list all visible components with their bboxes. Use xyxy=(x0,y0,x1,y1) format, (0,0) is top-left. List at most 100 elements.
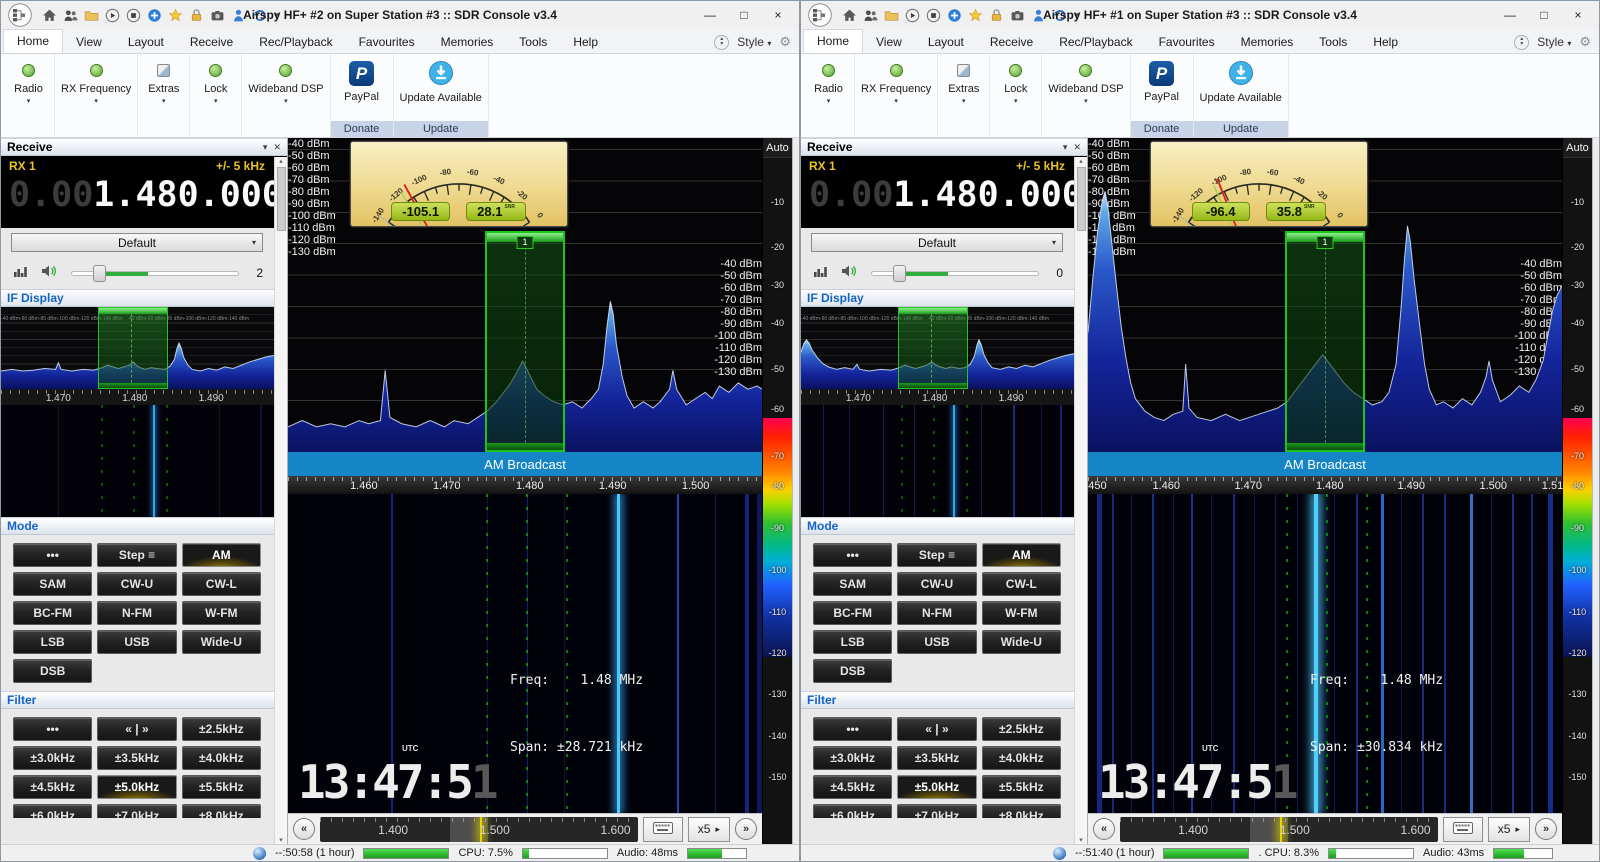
equalizer-icon[interactable] xyxy=(13,264,29,281)
filter-button[interactable]: ±4.0kHz xyxy=(181,746,261,770)
mode-button[interactable]: W-FM xyxy=(181,601,261,625)
ribbon-tab[interactable]: View xyxy=(863,31,915,53)
titlebar[interactable]: ▾ Airspy HF+ #1 on Super Station #3 :: S… xyxy=(801,1,1599,29)
passband-region[interactable]: 1 xyxy=(1284,231,1366,452)
scroll-down-icon[interactable]: ▾ xyxy=(1079,836,1083,844)
filter-button[interactable]: ±4.5kHz xyxy=(813,775,893,799)
filter-button[interactable]: ±8.0kHz xyxy=(981,804,1061,828)
style-menu[interactable]: Style ▾ xyxy=(737,35,771,49)
scrollbar-thumb[interactable] xyxy=(1076,167,1086,231)
nav-forward-button[interactable]: » xyxy=(1535,818,1557,840)
ribbon-tab[interactable]: Tools xyxy=(506,31,560,53)
maximize-button[interactable]: □ xyxy=(727,3,761,27)
filter-button[interactable]: ••• xyxy=(813,717,893,741)
paypal-button[interactable]: P PayPal xyxy=(331,54,393,121)
titlebar[interactable]: ▾ Airspy HF+ #2 on Super Station #3 :: S… xyxy=(1,1,799,29)
ribbon-tab[interactable]: Memories xyxy=(1228,31,1307,53)
filter-button[interactable]: ±5.5kHz xyxy=(181,775,261,799)
panel-collapse-icon[interactable]: ▾ xyxy=(263,142,268,153)
if-waterfall[interactable] xyxy=(1,405,274,517)
camera-icon[interactable] xyxy=(208,6,226,24)
ribbon-tab[interactable]: Rec/Playback xyxy=(1046,31,1145,53)
users-icon[interactable] xyxy=(861,6,879,24)
sidebar-scrollbar[interactable]: ▴ ▾ xyxy=(1074,157,1087,844)
toolbar-button[interactable]: RX Frequency ▾ xyxy=(55,54,139,137)
waterfall-display[interactable]: UTC 13:47:51 Freq: 1.48 MHz Span: ±30.83… xyxy=(1088,494,1562,813)
marker-icon[interactable] xyxy=(1029,6,1047,24)
mode-button[interactable]: Step ≡ xyxy=(97,543,177,567)
filter-button[interactable]: ±4.0kHz xyxy=(981,746,1061,770)
auto-range-button[interactable]: Auto xyxy=(1563,138,1592,158)
play-icon[interactable] xyxy=(103,6,121,24)
filter-button[interactable]: ±7.0kHz xyxy=(897,804,977,828)
toolbar-button[interactable]: Extras ▾ xyxy=(938,54,991,137)
speaker-icon[interactable] xyxy=(41,264,59,281)
filter-button[interactable]: « | » xyxy=(97,717,177,741)
toolbar-button[interactable]: RX Frequency ▾ xyxy=(855,54,939,137)
ribbon-tab[interactable]: Layout xyxy=(115,31,177,53)
mode-button[interactable]: USB xyxy=(97,630,177,654)
ribbon-tab[interactable]: Tools xyxy=(1306,31,1360,53)
frequency-display[interactable]: RX 1 +/- 5 kHz 0.001.480.000 xyxy=(1,156,287,228)
if-spectrum[interactable]: -40 dBm-60 dBm-80 dBm-100 dBm-120 dBm-14… xyxy=(801,307,1074,389)
panel-close-icon[interactable]: ✕ xyxy=(273,142,281,153)
mode-button[interactable]: Wide-U xyxy=(981,630,1061,654)
app-logo-icon[interactable] xyxy=(5,2,37,28)
favourite-star-icon[interactable] xyxy=(166,6,184,24)
ribbon-tab[interactable]: Help xyxy=(560,31,611,53)
color-scale[interactable]: -10 -20 -30 -40 -50 -60 -70 -80 -90 -100 -110 -120 -… xyxy=(1563,158,1592,844)
toolbar-button[interactable]: Wideband DSP ▾ xyxy=(242,54,331,137)
ribbon-tab[interactable]: Favourites xyxy=(1146,31,1228,53)
keyboard-entry-button[interactable] xyxy=(642,816,683,842)
add-icon[interactable] xyxy=(945,6,963,24)
paypal-button[interactable]: P PayPal xyxy=(1131,54,1193,121)
filter-button[interactable]: ±3.0kHz xyxy=(13,746,93,770)
frequency-value[interactable]: 1.480.000 xyxy=(93,175,283,215)
nav-ruler[interactable]: 1.400 1.500 1.600 xyxy=(320,816,638,842)
toolbar-button[interactable]: Radio ▾ xyxy=(803,54,855,137)
frequency-value[interactable]: 1.480.000 xyxy=(893,175,1083,215)
favourite-star-icon[interactable] xyxy=(966,6,984,24)
ribbon-collapse-icon[interactable]: ▴ ▾ xyxy=(1514,34,1530,50)
preset-dropdown[interactable]: Default ▾ xyxy=(11,233,263,252)
speaker-icon[interactable] xyxy=(841,264,859,281)
mode-button[interactable]: CW-L xyxy=(181,572,261,596)
mode-button[interactable]: LSB xyxy=(13,630,93,654)
scroll-down-icon[interactable]: ▾ xyxy=(279,836,283,844)
stop-icon[interactable] xyxy=(924,6,942,24)
frequency-ruler[interactable]: 450 1.460 1.470 1.480 1.490 1.500 1.51 xyxy=(1088,476,1563,494)
equalizer-icon[interactable] xyxy=(813,264,829,281)
filter-button[interactable]: ±5.5kHz xyxy=(981,775,1061,799)
users-icon[interactable] xyxy=(61,6,79,24)
lock-icon[interactable] xyxy=(187,6,205,24)
ribbon-tab[interactable]: Home xyxy=(3,29,64,53)
mode-button[interactable]: ••• xyxy=(13,543,93,567)
mode-button[interactable]: DSB xyxy=(813,659,893,683)
update-available-button[interactable]: Update Available xyxy=(1194,54,1288,121)
filter-button[interactable]: ±5.0kHz xyxy=(897,775,977,799)
settings-gear-icon[interactable]: ⚙ xyxy=(1579,34,1591,50)
toolbar-button[interactable]: Wideband DSP ▾ xyxy=(1042,54,1131,137)
filter-button[interactable]: ±3.5kHz xyxy=(897,746,977,770)
filter-button[interactable]: ±6.0kHz xyxy=(813,804,893,828)
volume-slider-handle[interactable] xyxy=(92,264,106,282)
auto-range-button[interactable]: Auto xyxy=(763,138,792,158)
filter-button[interactable]: ±2.5kHz xyxy=(181,717,261,741)
nav-back-button[interactable]: « xyxy=(293,818,315,840)
filter-button[interactable]: ±8.0kHz xyxy=(181,804,261,828)
stop-icon[interactable] xyxy=(124,6,142,24)
if-passband[interactable] xyxy=(897,307,968,389)
mode-button[interactable]: ••• xyxy=(813,543,893,567)
mode-button[interactable]: BC-FM xyxy=(13,601,93,625)
if-passband[interactable] xyxy=(97,307,168,389)
scroll-up-icon[interactable]: ▴ xyxy=(279,157,283,165)
mode-button[interactable]: AM xyxy=(181,543,261,567)
close-button[interactable]: × xyxy=(761,3,795,27)
filter-button[interactable]: « | » xyxy=(897,717,977,741)
lock-icon[interactable] xyxy=(987,6,1005,24)
spectrum-display[interactable]: -40 dBm-50 dBm-60 dBm-70 dBm-80 dBm-90 d… xyxy=(1088,138,1562,452)
mode-button[interactable]: USB xyxy=(897,630,977,654)
update-available-button[interactable]: Update Available xyxy=(394,54,488,121)
marker-icon[interactable] xyxy=(229,6,247,24)
settings-gear-icon[interactable]: ⚙ xyxy=(779,34,791,50)
